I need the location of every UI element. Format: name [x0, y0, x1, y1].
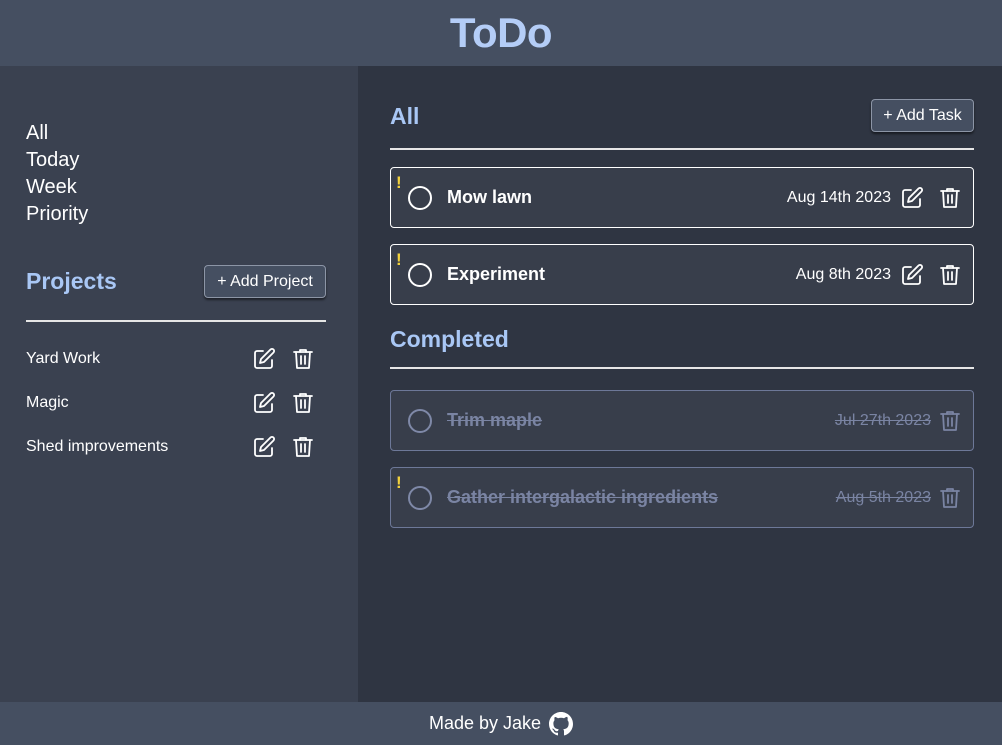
project-item[interactable]: Magic: [26, 388, 326, 418]
nav-item-today[interactable]: Today: [26, 147, 88, 174]
priority-icon: !: [396, 473, 402, 492]
project-item[interactable]: Yard Work: [26, 344, 326, 374]
complete-checkbox[interactable]: [408, 186, 432, 210]
completed-divider: [390, 367, 974, 369]
edit-icon[interactable]: [899, 185, 925, 211]
complete-checkbox[interactable]: [408, 409, 432, 433]
edit-icon[interactable]: [899, 262, 925, 288]
nav-item-all[interactable]: All: [26, 120, 88, 147]
task-date: Aug 5th 2023: [835, 489, 931, 506]
task-actions: Jul 27th 2023: [835, 407, 963, 435]
add-project-button[interactable]: + Add Project: [204, 265, 326, 298]
main-title: All: [390, 103, 420, 129]
trash-icon[interactable]: [290, 390, 316, 416]
priority-icon: !: [396, 173, 402, 192]
task-date: Aug 14th 2023: [786, 189, 891, 206]
sidebar: All Today Week Priority Projects + Add P…: [0, 66, 358, 702]
footer-text: Made by Jake: [428, 713, 542, 733]
app-title: ToDo: [449, 9, 553, 56]
trash-icon[interactable]: [937, 185, 963, 211]
complete-checkbox[interactable]: [408, 263, 432, 287]
nav-item-priority[interactable]: Priority: [26, 201, 88, 228]
task-actions: Aug 5th 2023: [836, 484, 963, 512]
complete-checkbox[interactable]: [408, 486, 432, 510]
task-title[interactable]: Mow lawn: [447, 187, 532, 208]
sidebar-nav: All Today Week Priority: [26, 120, 88, 228]
completed-heading: Completed: [390, 326, 509, 352]
task-date: Jul 27th 2023: [834, 412, 931, 429]
task-title[interactable]: Trim maple: [447, 410, 542, 431]
completed-task-item[interactable]: Trim maple Jul 27th 2023: [390, 390, 974, 451]
completed-task-item[interactable]: ! Gather intergalactic ingredients Aug 5…: [390, 467, 974, 528]
footer: Made by Jake: [0, 702, 1002, 745]
project-name[interactable]: Magic: [26, 394, 251, 412]
edit-icon[interactable]: [251, 346, 277, 372]
task-item[interactable]: ! Mow lawn Aug 14th 2023: [390, 167, 974, 228]
task-title[interactable]: Gather intergalactic ingredients: [447, 487, 718, 508]
trash-icon[interactable]: [937, 408, 963, 434]
projects-divider: [26, 320, 326, 322]
edit-icon[interactable]: [251, 390, 277, 416]
github-icon[interactable]: [549, 711, 574, 736]
app-header: ToDo: [0, 0, 1002, 66]
task-title[interactable]: Experiment: [447, 264, 545, 285]
trash-icon[interactable]: [937, 485, 963, 511]
project-name[interactable]: Yard Work: [26, 350, 251, 368]
projects-heading: Projects: [26, 268, 117, 294]
trash-icon[interactable]: [290, 346, 316, 372]
tasks-divider: [390, 148, 974, 150]
edit-icon[interactable]: [251, 434, 277, 460]
task-actions: Aug 8th 2023: [796, 261, 963, 289]
nav-item-week[interactable]: Week: [26, 174, 88, 201]
project-name[interactable]: Shed improvements: [26, 438, 251, 456]
task-date: Aug 8th 2023: [795, 266, 891, 283]
trash-icon[interactable]: [937, 262, 963, 288]
task-actions: Aug 14th 2023: [787, 184, 963, 212]
priority-icon: !: [396, 250, 402, 269]
project-item[interactable]: Shed improvements: [26, 432, 326, 462]
trash-icon[interactable]: [290, 434, 316, 460]
task-item[interactable]: ! Experiment Aug 8th 2023: [390, 244, 974, 305]
add-task-button[interactable]: + Add Task: [871, 99, 974, 132]
